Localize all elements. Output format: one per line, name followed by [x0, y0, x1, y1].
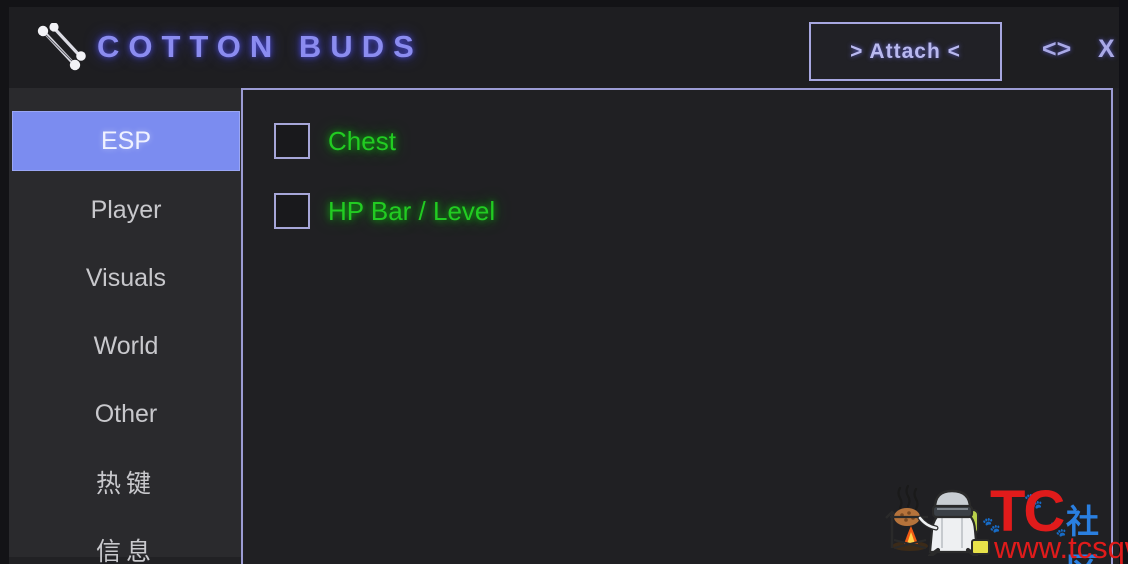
cheat-menu-window: COTTON BUDS > Attach < <> X ESP Player V…	[0, 0, 1128, 564]
attach-button[interactable]: > Attach <	[809, 22, 1002, 81]
sidebar-item-info[interactable]: 信息	[12, 520, 240, 564]
option-row-hp-bar-level[interactable]: HP Bar / Level	[274, 193, 495, 229]
sidebar-item-other[interactable]: Other	[12, 384, 240, 444]
sidebar-item-label: Other	[94, 399, 158, 428]
sidebar-item-hotkeys[interactable]: 热键	[12, 452, 240, 512]
cotton-swabs-icon	[31, 22, 89, 75]
sidebar-item-label: Player	[90, 195, 162, 224]
option-label: Chest	[328, 125, 396, 156]
sidebar: ESP Player Visuals World Other 热键 信息	[9, 88, 241, 564]
page-title: COTTON BUDS	[97, 29, 423, 64]
title-bar: COTTON BUDS > Attach < <> X	[9, 7, 1119, 88]
checkbox-hp-bar-level[interactable]	[274, 193, 310, 229]
window-edge-right	[1119, 0, 1128, 564]
window-edge-left	[0, 0, 9, 564]
sidebar-item-world[interactable]: World	[12, 316, 240, 376]
sidebar-item-label: ESP	[100, 126, 152, 155]
attach-button-label: > Attach <	[850, 39, 961, 63]
sidebar-item-visuals[interactable]: Visuals	[12, 248, 240, 308]
sidebar-item-esp[interactable]: ESP	[12, 111, 240, 171]
content-panel: Chest HP Bar / Level	[241, 88, 1113, 564]
sidebar-item-player[interactable]: Player	[12, 180, 240, 240]
close-icon[interactable]: X	[1098, 35, 1115, 64]
option-row-chest[interactable]: Chest	[274, 123, 396, 159]
code-icon[interactable]: <>	[1042, 35, 1071, 64]
sidebar-item-label: World	[93, 331, 159, 360]
sidebar-item-label: 信息	[95, 538, 156, 564]
sidebar-item-label: Visuals	[85, 263, 167, 292]
checkbox-chest[interactable]	[274, 123, 310, 159]
window-edge-top	[0, 0, 1128, 7]
option-label: HP Bar / Level	[328, 195, 496, 226]
sidebar-item-label: 热键	[95, 470, 156, 498]
